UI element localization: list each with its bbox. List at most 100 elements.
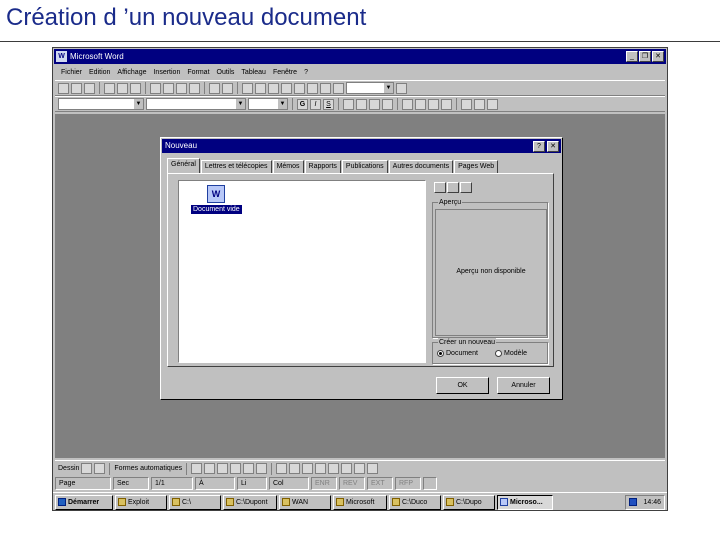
open-icon[interactable]	[71, 82, 82, 94]
radio-button[interactable]	[437, 350, 444, 357]
bold-button[interactable]: G	[297, 98, 308, 110]
rectangle-icon[interactable]	[217, 463, 229, 474]
hyperlink-icon[interactable]	[242, 82, 253, 94]
align-right-icon[interactable]	[369, 98, 380, 110]
status-mode-rfp[interactable]: RFP	[395, 477, 421, 490]
3d-icon[interactable]	[367, 463, 379, 474]
autoshapes-menu[interactable]: Formes automatiques	[114, 465, 182, 472]
new-icon[interactable]	[58, 82, 69, 94]
line-color-icon[interactable]	[289, 463, 301, 474]
select-pointer-icon[interactable]	[81, 463, 93, 474]
window-titlebar[interactable]: W Microsoft Word _ ❐ ✕	[54, 49, 666, 64]
numbering-icon[interactable]	[402, 98, 413, 110]
copy-icon[interactable]	[163, 82, 174, 94]
paste-icon[interactable]	[176, 82, 187, 94]
font-combo[interactable]: ▼	[146, 98, 246, 110]
taskbar-item-c[interactable]: C:\	[169, 494, 221, 510]
help-button[interactable]: ?	[533, 141, 545, 152]
size-combo[interactable]: ▼	[248, 98, 288, 110]
taskbar-item-exploit[interactable]: Exploit	[115, 494, 167, 510]
web-toolbar-icon[interactable]	[255, 82, 266, 94]
chevron-down-icon[interactable]: ▼	[236, 99, 245, 109]
list-view-icon[interactable]	[447, 182, 459, 193]
taskbar-item-microsoft[interactable]: Microsoft	[333, 494, 387, 510]
menu-fenetre[interactable]: Fenêtre	[273, 66, 297, 79]
minimize-button[interactable]: _	[626, 51, 638, 62]
italic-button[interactable]: I	[310, 98, 321, 110]
menu-insertion[interactable]: Insertion	[153, 66, 180, 79]
line-style-icon[interactable]	[315, 463, 327, 474]
tab-lettres[interactable]: Lettres et télécopies	[200, 160, 272, 173]
status-mode-ext[interactable]: EXT	[367, 477, 393, 490]
rotate-icon[interactable]	[94, 463, 106, 474]
chevron-down-icon[interactable]: ▼	[278, 99, 287, 109]
line-icon[interactable]	[191, 463, 203, 474]
align-left-icon[interactable]	[343, 98, 354, 110]
chevron-down-icon[interactable]: ▼	[384, 83, 393, 93]
tab-general[interactable]: Général	[167, 158, 200, 173]
tab-pages-web[interactable]: Pages Web	[454, 160, 499, 173]
justify-icon[interactable]	[382, 98, 393, 110]
textbox-icon[interactable]	[243, 463, 255, 474]
radio-modele[interactable]: Modèle	[495, 350, 527, 357]
menu-fichier[interactable]: Fichier	[61, 66, 82, 79]
close-button[interactable]: ✕	[652, 51, 664, 62]
ok-button[interactable]: OK	[436, 377, 489, 394]
menu-edition[interactable]: Edition	[89, 66, 110, 79]
help-icon[interactable]	[396, 82, 407, 94]
arrow-style-icon[interactable]	[341, 463, 353, 474]
taskbar-item-duco[interactable]: C:\Duco	[389, 494, 441, 510]
redo-icon[interactable]	[222, 82, 233, 94]
radio-button[interactable]	[495, 350, 502, 357]
style-combo[interactable]: ▼	[58, 98, 144, 110]
menu-outils[interactable]: Outils	[217, 66, 235, 79]
cut-icon[interactable]	[150, 82, 161, 94]
word-document-icon[interactable]: W	[207, 185, 225, 203]
menu-help[interactable]: ?	[304, 66, 308, 79]
highlight-icon[interactable]	[474, 98, 485, 110]
tab-memos[interactable]: Mémos	[272, 160, 304, 173]
format-painter-icon[interactable]	[189, 82, 200, 94]
preview-icon[interactable]	[117, 82, 128, 94]
clock[interactable]: 14:46	[643, 496, 661, 509]
wordart-icon[interactable]	[256, 463, 268, 474]
word-app-icon[interactable]: W	[56, 51, 67, 62]
menu-format[interactable]: Format	[187, 66, 209, 79]
spelling-status-icon[interactable]	[423, 477, 437, 490]
tab-autres[interactable]: Autres documents	[388, 160, 454, 173]
undo-icon[interactable]	[209, 82, 220, 94]
table-icon[interactable]	[268, 82, 279, 94]
decrease-indent-icon[interactable]	[428, 98, 439, 110]
chevron-down-icon[interactable]: ▼	[134, 99, 143, 109]
font-color-icon[interactable]	[302, 463, 314, 474]
status-mode-enr[interactable]: ENR	[311, 477, 337, 490]
tab-rapports[interactable]: Rapports	[304, 160, 341, 173]
taskbar-item-dupont[interactable]: C:\Dupont	[223, 494, 277, 510]
dialog-close-button[interactable]: ✕	[547, 141, 559, 152]
taskbar-item-word[interactable]: Microso...	[497, 494, 553, 510]
border-icon[interactable]	[461, 98, 472, 110]
excel-icon[interactable]	[281, 82, 292, 94]
bullets-icon[interactable]	[415, 98, 426, 110]
radio-document[interactable]: Document	[437, 350, 478, 357]
template-list[interactable]: W Document vide	[178, 180, 426, 363]
fill-color-icon[interactable]	[276, 463, 288, 474]
shadow-icon[interactable]	[354, 463, 366, 474]
large-icons-icon[interactable]	[434, 182, 446, 193]
oval-icon[interactable]	[230, 463, 242, 474]
status-mode-rev[interactable]: REV	[339, 477, 365, 490]
spelling-icon[interactable]	[130, 82, 141, 94]
increase-indent-icon[interactable]	[441, 98, 452, 110]
map-icon[interactable]	[320, 82, 331, 94]
taskbar-item-wan[interactable]: WAN	[279, 494, 331, 510]
tab-publications[interactable]: Publications	[341, 160, 388, 173]
start-button[interactable]: Démarrer	[55, 494, 113, 510]
save-icon[interactable]	[84, 82, 95, 94]
menu-affichage[interactable]: Affichage	[117, 66, 146, 79]
dash-style-icon[interactable]	[328, 463, 340, 474]
tray-app-icon[interactable]	[629, 498, 638, 506]
drawing-icon[interactable]	[307, 82, 318, 94]
cancel-button[interactable]: Annuler	[497, 377, 550, 394]
print-icon[interactable]	[104, 82, 115, 94]
draw-menu[interactable]: Dessin	[58, 465, 79, 472]
